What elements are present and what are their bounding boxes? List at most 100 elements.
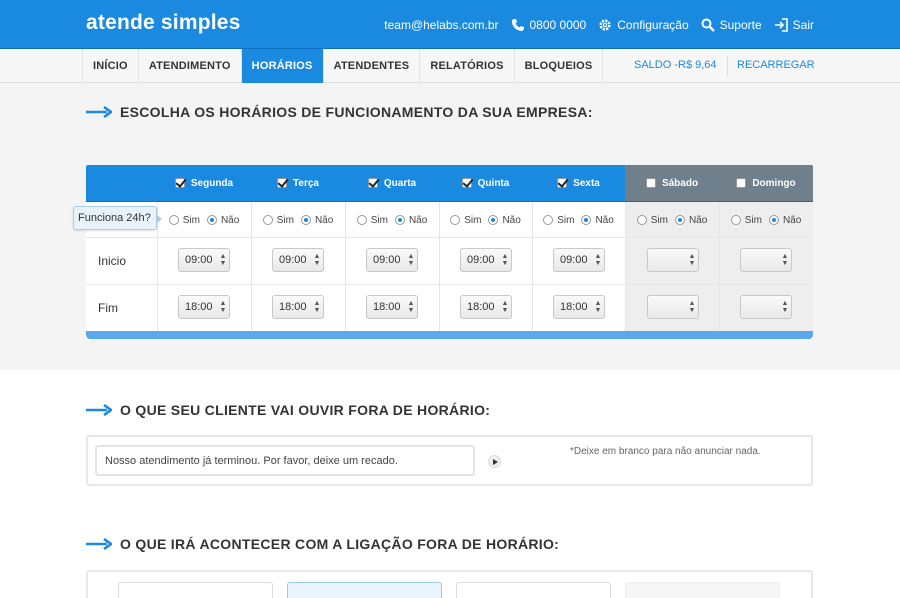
radio-no[interactable] (581, 215, 592, 225)
radio-no[interactable] (300, 215, 311, 225)
day-checkbox[interactable] (367, 178, 378, 188)
day-header-segunda[interactable]: Segunda (157, 165, 251, 201)
tab-horarios[interactable]: HORÁRIOS (241, 49, 324, 83)
radio-no-label: Não (220, 214, 240, 226)
support-label: Suporte (719, 17, 762, 32)
action-option[interactable] (118, 582, 273, 598)
exit-link[interactable]: Sair (774, 18, 814, 32)
start-time-select-disabled[interactable]: ▲ ▼ (740, 248, 792, 272)
schedule-table: Segunda Terça Quarta Quinta Sexta Sábado… (86, 165, 813, 339)
support-link[interactable]: Suporte (701, 18, 762, 32)
day-name: Segunda (190, 177, 234, 189)
end-time-select[interactable]: 18:00 ▲ ▼ (272, 295, 324, 319)
radio-yes[interactable] (168, 215, 179, 225)
end-time-select-disabled[interactable]: ▲ ▼ (647, 295, 699, 319)
exit-label: Sair (792, 17, 814, 32)
radio-yes-label: Sim (182, 214, 200, 226)
recharge-link[interactable]: RECARREGAR (737, 59, 815, 71)
stepper-icon: ▲ ▼ (688, 253, 696, 267)
day-name: Quarta (383, 177, 417, 189)
full-day-radios: Sim Não (719, 202, 813, 238)
day-name: Quinta (477, 177, 510, 189)
radio-yes-label: Sim (557, 214, 575, 226)
phone-number: 0800 0000 (529, 17, 587, 32)
logout-icon (774, 17, 788, 32)
day-checkbox[interactable] (174, 178, 185, 188)
end-time-select[interactable]: 18:00 ▲ ▼ (178, 295, 230, 319)
radio-yes[interactable] (450, 215, 461, 225)
radio-no-label: Não (408, 214, 428, 226)
app-logo[interactable]: atende simples (86, 11, 241, 35)
time-value: 09:00 (467, 254, 495, 266)
tab-relatorios[interactable]: RELATÓRIOS (420, 49, 515, 83)
phone-link[interactable]: 0800 0000 (511, 17, 587, 32)
offhours-message-input[interactable] (95, 445, 475, 476)
day-header-sexta[interactable]: Sexta (532, 165, 625, 201)
day-header-quarta[interactable]: Quarta (345, 165, 439, 201)
day-checkbox[interactable] (557, 178, 568, 188)
end-time-select[interactable]: 18:00 ▲ ▼ (553, 295, 605, 319)
radio-no[interactable] (394, 215, 405, 225)
arrow-right-icon (86, 538, 112, 550)
day-name: Domingo (752, 177, 796, 189)
end-time-select[interactable]: 18:00 ▲ ▼ (366, 295, 418, 319)
radio-no[interactable] (768, 215, 779, 225)
tab-atendimento[interactable]: ATENDIMENTO (139, 49, 242, 83)
main-nav: INÍCIO ATENDIMENTO HORÁRIOS ATENDENTES R… (0, 49, 900, 83)
day-name: Sábado (661, 177, 699, 189)
start-time-select[interactable]: 09:00 ▲ ▼ (460, 248, 512, 272)
day-name: Terça (293, 177, 319, 189)
start-time-select[interactable]: 09:00 ▲ ▼ (553, 248, 605, 272)
header-links: team@helabs.com.br 0800 0000 Configuraçã… (384, 0, 814, 49)
day-header-sabado[interactable]: Sábado (625, 165, 719, 201)
message-hint: *Deixe em branco para não anunciar nada. (570, 446, 761, 457)
start-time-select[interactable]: 09:00 ▲ ▼ (178, 248, 230, 272)
start-time-select-disabled[interactable]: ▲ ▼ (647, 248, 699, 272)
radio-yes[interactable] (636, 215, 647, 225)
action-option-selected[interactable] (287, 582, 442, 598)
nav-divider (727, 56, 728, 76)
day-checkbox[interactable] (645, 178, 656, 188)
radio-yes[interactable] (543, 215, 554, 225)
day-header-domingo[interactable]: Domingo (719, 165, 813, 201)
stepper-icon: ▲ ▼ (219, 253, 227, 267)
action-option[interactable] (625, 582, 780, 598)
radio-yes[interactable] (356, 215, 367, 225)
full-day-radios: Sim Não (439, 202, 532, 238)
full-day-radios: Sim Não (625, 202, 719, 238)
stepper-icon: ▲ ▼ (594, 300, 602, 314)
end-time-select[interactable]: 18:00 ▲ ▼ (460, 295, 512, 319)
radio-no-label: Não (595, 214, 614, 226)
radio-no[interactable] (206, 215, 217, 225)
message-section-title: O QUE SEU CLIENTE VAI OUVIR FORA DE HORÁ… (86, 402, 490, 418)
tab-inicio[interactable]: INÍCIO (82, 49, 139, 83)
full-day-radios: Sim Não (345, 202, 439, 238)
time-value: 09:00 (185, 254, 213, 266)
play-icon[interactable] (488, 455, 501, 468)
radio-no[interactable] (488, 215, 499, 225)
stepper-icon: ▲ ▼ (407, 300, 415, 314)
end-time-select-disabled[interactable]: ▲ ▼ (740, 295, 792, 319)
day-header-terca[interactable]: Terça (251, 165, 345, 201)
tab-bloqueios[interactable]: BLOQUEIOS (515, 49, 604, 83)
top-header: atende simples team@helabs.com.br 0800 0… (0, 0, 900, 49)
config-link[interactable]: Configuração (598, 18, 689, 32)
day-checkbox[interactable] (461, 178, 472, 188)
action-section-title: O QUE IRÁ ACONTECER COM A LIGAÇÃO FORA D… (86, 536, 559, 552)
radio-yes-label: Sim (650, 214, 668, 226)
row-divider (86, 284, 813, 285)
radio-yes[interactable] (730, 215, 741, 225)
action-option[interactable] (456, 582, 611, 598)
radio-no[interactable] (674, 215, 685, 225)
full-day-radios: Sim Não (157, 202, 251, 238)
tab-atendentes[interactable]: ATENDENTES (324, 49, 421, 83)
full-day-tooltip: Funciona 24h? (73, 206, 162, 230)
start-time-select[interactable]: 09:00 ▲ ▼ (272, 248, 324, 272)
radio-yes[interactable] (262, 215, 273, 225)
stepper-icon: ▲ ▼ (688, 300, 696, 314)
day-checkbox[interactable] (277, 178, 288, 188)
start-time-select[interactable]: 09:00 ▲ ▼ (366, 248, 418, 272)
day-checkbox[interactable] (736, 178, 747, 188)
day-header-quinta[interactable]: Quinta (439, 165, 532, 201)
radio-yes-label: Sim (744, 214, 762, 226)
